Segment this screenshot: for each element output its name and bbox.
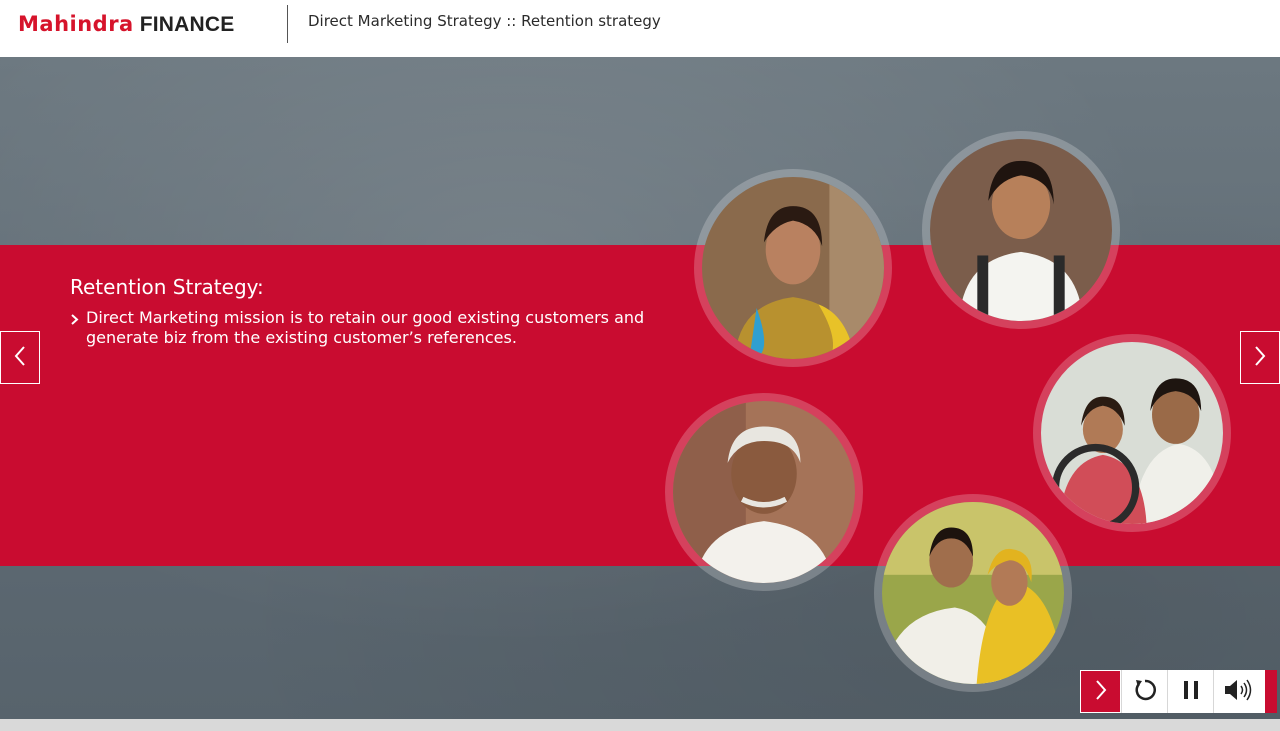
prev-slide-button[interactable] xyxy=(0,331,40,384)
chevron-right-icon xyxy=(1253,345,1267,371)
next-slide-button[interactable] xyxy=(1240,331,1280,384)
header-bar: Mahindra FINANCE Direct Marketing Strate… xyxy=(0,0,1280,57)
chevron-right-icon xyxy=(70,308,86,348)
photo-schoolgirl xyxy=(922,131,1120,329)
logo-brand: Mahindra xyxy=(18,12,134,36)
logo-suffix: FINANCE xyxy=(139,13,235,36)
chevron-right-icon xyxy=(1094,679,1108,705)
replay-icon xyxy=(1132,677,1158,707)
pause-button[interactable] xyxy=(1167,670,1213,713)
bullet-text: Direct Marketing mission is to retain ou… xyxy=(86,308,645,347)
slide-heading: Retention Strategy: xyxy=(70,275,264,299)
pause-icon xyxy=(1182,679,1200,705)
next-button[interactable] xyxy=(1080,670,1121,713)
mahindra-finance-logo: Mahindra FINANCE xyxy=(18,12,234,37)
photo-elderly-man xyxy=(665,393,863,591)
bullet-item: Direct Marketing mission is to retain ou… xyxy=(70,308,670,348)
volume-icon xyxy=(1223,677,1257,707)
player-controls xyxy=(1080,670,1277,713)
progress-track xyxy=(0,719,1280,731)
volume-button[interactable] xyxy=(1213,670,1265,713)
chevron-left-icon xyxy=(13,345,27,371)
photo-young-couple xyxy=(874,494,1072,692)
photo-father-and-son xyxy=(1033,334,1231,532)
photo-young-woman xyxy=(694,169,892,367)
controls-end-cap xyxy=(1265,670,1277,713)
header-divider xyxy=(287,5,288,43)
course-title: Direct Marketing Strategy :: Retention s… xyxy=(308,12,661,30)
replay-button[interactable] xyxy=(1121,670,1167,713)
slide-stage: Retention Strategy: Direct Marketing mis… xyxy=(0,57,1280,719)
